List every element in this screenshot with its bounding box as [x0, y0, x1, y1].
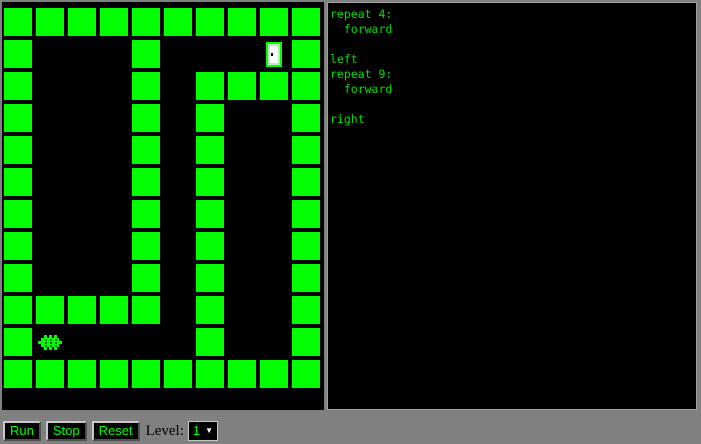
wall-tile: [260, 72, 288, 100]
stop-button[interactable]: Stop: [45, 421, 87, 441]
wall-tile: [4, 264, 32, 292]
wall-tile: [132, 264, 160, 292]
wall-tile: [4, 72, 32, 100]
wall-tile: [132, 8, 160, 36]
wall-tile: [196, 360, 224, 388]
wall-tile: [292, 8, 320, 36]
wall-tile: [164, 8, 192, 36]
wall-tile: [68, 8, 96, 36]
wall-tile: [132, 136, 160, 164]
wall-tile: [292, 168, 320, 196]
door-icon: [266, 42, 282, 67]
wall-tile: [4, 8, 32, 36]
robot-icon: [36, 328, 64, 356]
wall-tile: [196, 72, 224, 100]
wall-tile: [132, 72, 160, 100]
wall-tile: [4, 40, 32, 68]
wall-tile: [100, 360, 128, 388]
wall-tile: [292, 136, 320, 164]
wall-tile: [100, 8, 128, 36]
wall-tile: [228, 360, 256, 388]
wall-tile: [260, 360, 288, 388]
wall-tile: [4, 232, 32, 260]
wall-tile: [228, 72, 256, 100]
chevron-down-icon: ▼: [205, 426, 214, 435]
wall-tile: [132, 360, 160, 388]
wall-tile: [196, 168, 224, 196]
wall-tile: [292, 232, 320, 260]
level-value: 1: [192, 423, 201, 438]
wall-tile: [4, 136, 32, 164]
wall-tile: [132, 168, 160, 196]
wall-tile: [196, 328, 224, 356]
wall-tile: [196, 104, 224, 132]
wall-tile: [132, 40, 160, 68]
wall-tile: [164, 360, 192, 388]
wall-tile: [36, 8, 64, 36]
wall-tile: [4, 360, 32, 388]
wall-tile: [36, 296, 64, 324]
wall-tile: [196, 232, 224, 260]
wall-tile: [132, 200, 160, 228]
wall-tile: [4, 168, 32, 196]
wall-tile: [292, 40, 320, 68]
control-bar: Run Stop Reset Level: 1 ▼: [3, 420, 219, 442]
wall-tile: [132, 296, 160, 324]
game-board: [2, 2, 324, 410]
wall-tile: [260, 8, 288, 36]
wall-tile: [228, 8, 256, 36]
run-button[interactable]: Run: [3, 421, 41, 441]
wall-tile: [292, 360, 320, 388]
wall-tile: [132, 232, 160, 260]
wall-tile: [196, 8, 224, 36]
wall-tile: [292, 104, 320, 132]
wall-tile: [292, 264, 320, 292]
wall-tile: [4, 104, 32, 132]
reset-button[interactable]: Reset: [91, 421, 140, 441]
wall-tile: [4, 200, 32, 228]
level-select[interactable]: 1 ▼: [187, 421, 219, 441]
wall-tile: [196, 296, 224, 324]
wall-tile: [292, 72, 320, 100]
wall-tile: [68, 360, 96, 388]
wall-tile: [132, 104, 160, 132]
wall-tile: [100, 296, 128, 324]
wall-tile: [292, 328, 320, 356]
level-label: Level:: [145, 422, 184, 439]
wall-tile: [196, 264, 224, 292]
wall-tile: [196, 200, 224, 228]
wall-tile: [292, 296, 320, 324]
wall-tile: [4, 296, 32, 324]
wall-tile: [196, 136, 224, 164]
wall-tile: [292, 200, 320, 228]
wall-tile: [68, 296, 96, 324]
code-editor[interactable]: repeat 4: forward left repeat 9: forward…: [327, 2, 697, 410]
wall-tile: [4, 328, 32, 356]
wall-tile: [36, 360, 64, 388]
